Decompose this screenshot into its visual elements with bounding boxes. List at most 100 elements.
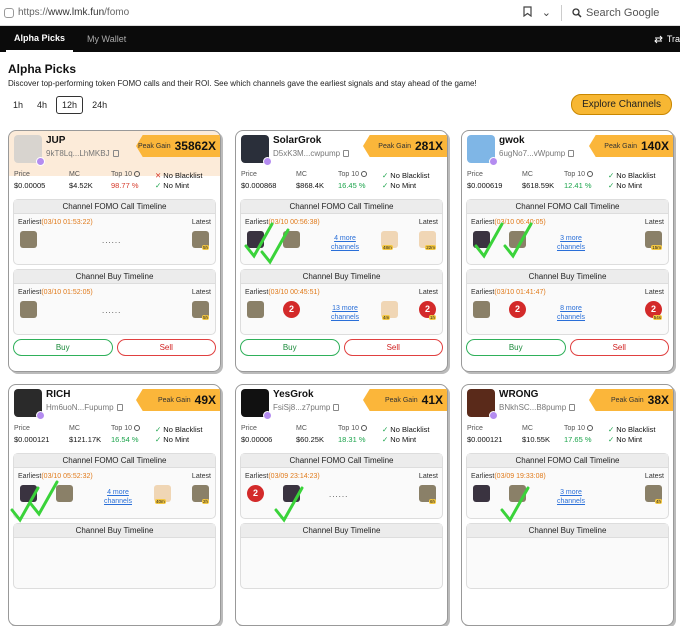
search-box[interactable]: Search Google [572,7,670,19]
copy-icon[interactable] [112,150,119,158]
price-value: $0.00005 [14,181,46,190]
buy-timeline: Channel Buy Timeline [466,523,669,589]
copy-icon[interactable] [116,404,123,412]
channel-avatar[interactable] [283,231,300,248]
url-field[interactable]: https://www.lmk.fun/fomo [18,7,523,18]
top10-label: Top 10 [564,171,594,178]
token-address-text: BNkhSC...B8pump [499,403,567,412]
timeframe-1h[interactable]: 1h [8,97,28,113]
timeline-title: Channel Buy Timeline [467,524,668,538]
card-header: JUP 9kT8Lq...LhMKBJ Peak Gain 35862X [9,131,220,171]
channel-avatar[interactable] [509,231,526,248]
copy-icon[interactable] [568,150,575,158]
token-address[interactable]: D5xK3M...cwpump [273,149,350,158]
blacklist-text: No Blacklist [616,171,656,180]
channel-avatar[interactable] [20,231,37,248]
channel-avatar[interactable] [20,301,37,318]
channel-avatar[interactable]: 2 [283,301,300,318]
token-avatar [241,135,272,166]
info-icon[interactable] [361,171,368,178]
mc-label: MC [69,425,80,432]
peak-gain-badge: Peak Gain 38X [589,389,673,411]
info-icon[interactable] [134,425,141,432]
buy-button[interactable]: Buy [13,339,113,356]
nav-right-item[interactable]: Tra [654,34,680,44]
token-address[interactable]: BNkhSC...B8pump [499,403,576,412]
info-icon[interactable] [587,425,594,432]
channel-avatar[interactable]: 2 [247,485,264,502]
verified-badge-icon [36,157,45,166]
channel-avatar[interactable] [56,485,73,502]
buy-button[interactable]: Buy [466,339,566,356]
earliest-label: Earliest(03/09 23:14:23) [245,473,320,480]
token-stats: Price $0.000868 MC $868.4K Top 10 16.45 % ✓ No … [236,171,447,199]
card-header: gwok 6ugNo7...vWpump Peak Gain 140X [462,131,673,171]
time-tag: 40m [155,499,166,504]
top10-label-text: Top 10 [111,171,133,178]
more-channels-link[interactable]: 4 more channels [325,234,365,252]
earliest-text: Earliest [18,219,42,226]
explore-channels-button[interactable]: Explore Channels [571,94,672,115]
verified-badge-icon [489,157,498,166]
mc-value: $121.17K [69,435,102,444]
tab-my-wallet[interactable]: My Wallet [79,26,134,52]
card-header: RICH Hm6uoN...Fupump Peak Gain 49X [9,385,220,425]
chevron-down-icon[interactable]: ⌄ [542,6,551,19]
channel-avatar[interactable]: 2 [509,301,526,318]
token-card: JUP 9kT8Lq...LhMKBJ Peak Gain 35862X Price $0… [8,130,221,372]
channel-avatar[interactable] [247,231,264,248]
earliest-label: Earliest(03/10 00:56:38) [245,219,320,226]
page-subtitle: Discover top-performing token FOMO calls… [8,79,477,88]
channel-avatar[interactable] [283,485,300,502]
top10-label-text: Top 10 [564,425,586,432]
channel-avatar[interactable] [473,485,490,502]
more-channels-link[interactable]: 8 more channels [551,304,591,322]
timeframe-4h[interactable]: 4h [32,97,52,113]
copy-icon[interactable] [333,404,340,412]
token-address[interactable]: 6ugNo7...vWpump [499,149,575,158]
channel-avatar[interactable] [247,301,264,318]
earliest-text: Earliest [245,219,269,226]
info-icon[interactable] [134,171,141,178]
mint-flag: ✓ No Mint [382,435,416,444]
info-icon[interactable] [361,425,368,432]
buy-button[interactable]: Buy [240,339,340,356]
blacklist-text: No Blacklist [163,425,203,434]
channel-avatar[interactable] [509,485,526,502]
more-channels-link[interactable]: 3 more channels [551,488,591,506]
channel-avatar[interactable] [20,485,37,502]
token-card: WRONG BNkhSC...B8pump Peak Gain 38X Price $0.… [461,384,674,626]
copy-icon[interactable] [343,150,350,158]
copy-icon[interactable] [569,404,576,412]
sell-button[interactable]: Sell [116,339,216,356]
token-address[interactable]: 9kT8Lq...LhMKBJ [46,149,119,158]
site-info-icon[interactable] [4,7,14,18]
token-address[interactable]: Hm6uoN...Fupump [46,403,123,412]
mint-text: No Mint [163,181,190,190]
tab-alpha-picks[interactable]: Alpha Picks [6,26,74,52]
more-channels-link[interactable]: 3 more channels [551,234,591,252]
time-tag: 22m [425,245,436,250]
timeframe-12h[interactable]: 12h [56,96,84,114]
verified-badge-icon [489,411,498,420]
latest-label: Latest [644,219,664,226]
info-icon[interactable] [587,171,594,178]
blacklist-text: No Blacklist [616,425,656,434]
earliest-label: Earliest(03/10 01:41:47) [471,289,546,296]
channel-avatar[interactable] [473,231,490,248]
blacklist-flag: ✓ No Blacklist [155,425,202,434]
sell-button[interactable]: Sell [343,339,443,356]
more-channels-link[interactable]: 4 more channels [98,488,138,506]
timeframe-24h[interactable]: 24h [87,97,112,113]
token-address[interactable]: FsiSj8...z7pump [273,403,340,412]
mc-value: $60.25K [296,435,324,444]
mc-value: $4.52K [69,181,93,190]
sell-button[interactable]: Sell [569,339,669,356]
check-icon: ✓ [608,425,615,434]
more-channels-link[interactable]: 13 more channels [325,304,365,322]
check-icon: ✓ [382,181,389,190]
channel-avatar[interactable] [473,301,490,318]
mint-flag: ✓ No Mint [608,181,642,190]
bookmark-icon[interactable] [523,5,532,20]
check-icon: ✓ [155,181,162,190]
